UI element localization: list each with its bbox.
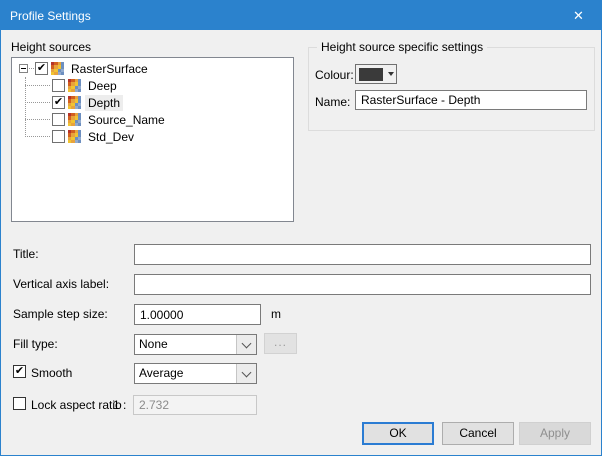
tree-item-label: Std_Dev (85, 129, 137, 145)
specific-settings-group: Height source specific settings Colour: … (308, 47, 595, 131)
sample-step-unit: m (271, 307, 281, 321)
cancel-button[interactable]: Cancel (442, 422, 514, 445)
smooth-checkbox[interactable]: ✔ (13, 365, 26, 378)
tree-item-label: RasterSurface (68, 61, 151, 77)
title-input[interactable] (134, 244, 591, 265)
raster-icon (68, 79, 81, 92)
tree-checkbox[interactable] (52, 113, 65, 126)
tree-item-label: Depth (85, 95, 123, 111)
height-sources-label: Height sources (11, 40, 91, 54)
vertical-axis-label: Vertical axis label: (13, 277, 109, 291)
raster-icon (68, 130, 81, 143)
tree-checkbox[interactable]: ✔ (52, 96, 65, 109)
smooth-dropdown-button[interactable] (236, 364, 256, 383)
height-sources-tree[interactable]: ✔ RasterSurfaceDeep ✔ DepthSource_NameStd_D… (11, 57, 294, 222)
fill-type-dropdown-button[interactable] (236, 335, 256, 354)
name-label: Name: (315, 95, 350, 109)
raster-icon (68, 113, 81, 126)
vertical-axis-input[interactable] (134, 274, 591, 295)
fill-type-ellipsis-button[interactable]: ... (264, 333, 297, 354)
fill-type-label: Fill type: (13, 337, 58, 351)
tree-item-std_dev[interactable]: Std_Dev (12, 128, 293, 145)
dropdown-arrow-icon (388, 72, 394, 76)
profile-settings-dialog: Profile Settings ✕ Height sources ✔ Raste… (0, 0, 602, 456)
smooth-value: Average (135, 364, 236, 383)
raster-icon (68, 96, 81, 109)
ok-button[interactable]: OK (362, 422, 434, 445)
name-input[interactable] (355, 90, 587, 110)
tree-item-label: Deep (85, 78, 120, 94)
titlebar[interactable]: Profile Settings (1, 1, 601, 30)
chevron-down-icon (242, 367, 252, 377)
tree-item-rastersurface[interactable]: ✔ RasterSurface (12, 60, 293, 77)
close-button[interactable]: ✕ (556, 1, 601, 30)
tree-checkbox[interactable] (52, 79, 65, 92)
fill-type-select[interactable]: None (134, 334, 257, 355)
tree-checkbox[interactable] (52, 130, 65, 143)
tree-checkbox[interactable]: ✔ (35, 62, 48, 75)
title-label: Title: (13, 247, 39, 261)
lock-ratio-input (133, 395, 257, 415)
fill-type-value: None (135, 335, 236, 354)
lock-ratio-prefix: 1 : (113, 398, 126, 412)
colour-swatch (359, 68, 383, 81)
smooth-label: Smooth (31, 366, 72, 380)
tree-item-source_name[interactable]: Source_Name (12, 111, 293, 128)
apply-button: Apply (519, 422, 591, 445)
tree-expander-icon[interactable] (19, 64, 28, 73)
sample-step-size-label: Sample step size: (13, 307, 108, 321)
sample-step-size-input[interactable] (134, 304, 261, 325)
tree-item-depth[interactable]: ✔ Depth (12, 94, 293, 111)
raster-icon (51, 62, 64, 75)
specific-settings-label: Height source specific settings (317, 40, 487, 54)
colour-dropdown-button[interactable] (355, 64, 397, 84)
smooth-select[interactable]: Average (134, 363, 257, 384)
chevron-down-icon (242, 338, 252, 348)
tree-item-label: Source_Name (85, 112, 168, 128)
window-title: Profile Settings (1, 9, 91, 23)
colour-label: Colour: (315, 68, 354, 82)
lock-aspect-ratio-checkbox[interactable] (13, 397, 26, 410)
close-icon: ✕ (573, 8, 584, 24)
tree-item-deep[interactable]: Deep (12, 77, 293, 94)
lock-aspect-ratio-label: Lock aspect ratio (31, 398, 122, 412)
